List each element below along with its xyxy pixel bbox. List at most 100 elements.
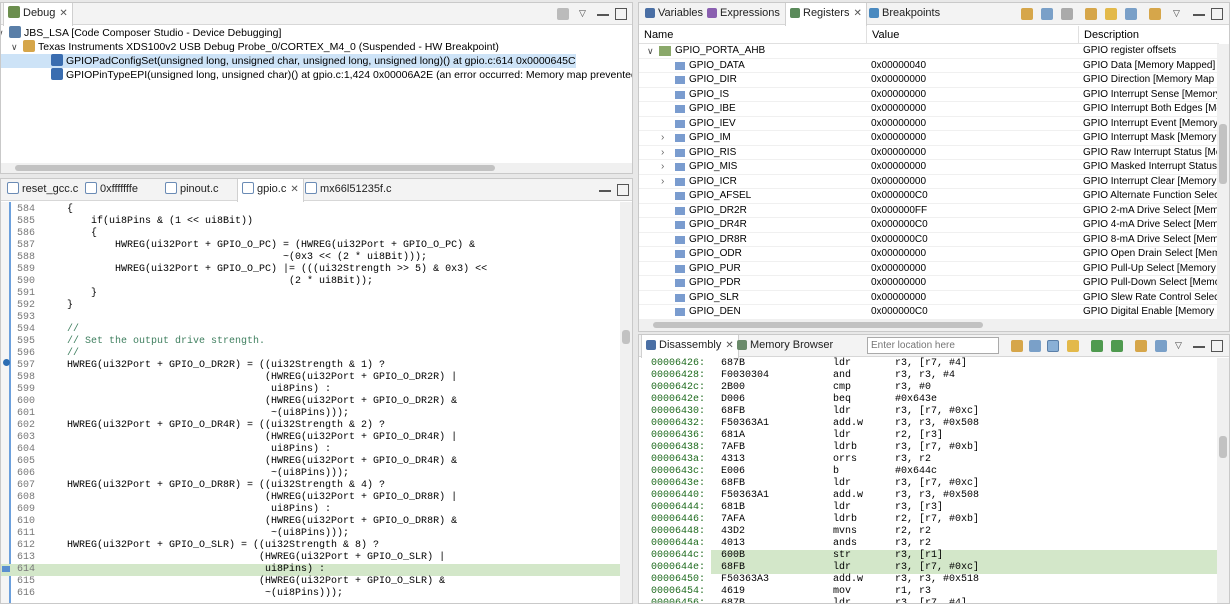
- disassembly-row[interactable]: 00006432: F50363A1 add.w r3, r3, #0x508: [639, 418, 1217, 430]
- register-value[interactable]: 0x00000000: [871, 262, 1077, 276]
- register-row[interactable]: › GPIO_ICR 0x00000000 GPIO Interrupt Clear …: [639, 175, 1217, 189]
- disassembly-row[interactable]: 00006446: 7AFA ldrb r2, [r7, #0xb]: [639, 514, 1217, 526]
- registers-view-tab[interactable]: Expressions: [703, 3, 784, 25]
- view-menu-icon[interactable]: ▽: [579, 8, 591, 20]
- maximize-icon[interactable]: [1211, 8, 1223, 20]
- disassembly-row[interactable]: 00006428: F0030304 and r3, r3, #4: [639, 370, 1217, 382]
- editor-vscroll[interactable]: [620, 202, 632, 603]
- col-header-name[interactable]: Name: [639, 26, 867, 44]
- register-group-row[interactable]: ∨ GPIO_PORTA_AHB GPIO register offsets: [639, 44, 1217, 59]
- registers-view-tab[interactable]: Breakpoints: [865, 3, 944, 25]
- disassembly-vscroll[interactable]: [1217, 358, 1229, 603]
- toolbar-icon[interactable]: [1085, 8, 1097, 20]
- debug-hscroll[interactable]: [1, 163, 632, 173]
- register-row[interactable]: GPIO_DR8R 0x000000C0 GPIO 8-mA Drive Selec…: [639, 233, 1219, 247]
- register-row[interactable]: GPIO_DATA 0x00000040 GPIO Data [Memory Map…: [639, 59, 1217, 73]
- register-value[interactable]: 0x00000000: [871, 73, 1077, 87]
- register-value[interactable]: 0x00000000: [871, 276, 1077, 290]
- col-header-description[interactable]: Description: [1079, 26, 1219, 44]
- disassembly-row[interactable]: 00006448: 43D2 mvns r2, r2: [639, 526, 1217, 538]
- register-value[interactable]: 0x00000000: [871, 175, 1077, 189]
- stack-frame[interactable]: GPIOPadConfigSet(unsigned long, unsigned…: [1, 54, 576, 68]
- register-row[interactable]: › GPIO_IM 0x00000000 GPIO Interrupt Mask [M…: [639, 131, 1217, 146]
- register-value[interactable]: 0x00000000: [871, 117, 1077, 131]
- code-area[interactable]: 584 {585 if(ui8Pins & (1 << ui8Bit)) 586 …: [1, 202, 620, 603]
- register-row[interactable]: GPIO_IBE 0x00000000 GPIO Interrupt Both Ed…: [639, 102, 1219, 117]
- register-row[interactable]: › GPIO_RIS 0x00000000 GPIO Raw Interrupt St…: [639, 146, 1219, 160]
- col-header-value[interactable]: Value: [867, 26, 1079, 44]
- chevron-right-icon[interactable]: ›: [661, 175, 664, 189]
- chevron-right-icon[interactable]: ›: [661, 146, 664, 160]
- register-row[interactable]: GPIO_DIR 0x00000000 GPIO Direction [Memory…: [639, 73, 1217, 88]
- disassembly-row[interactable]: 00006436: 681A ldr r2, [r3]: [639, 430, 1217, 442]
- register-value[interactable]: 0x00000000: [871, 247, 1077, 261]
- registers-vscroll[interactable]: [1217, 44, 1229, 319]
- debug-tree-node[interactable]: ∨ JBS_LSA [Code Composer Studio - Device …: [1, 26, 281, 40]
- view-menu-icon[interactable]: ▽: [1175, 340, 1187, 352]
- register-value[interactable]: 0x000000C0: [871, 233, 1077, 247]
- tab-debug[interactable]: Debug ✕: [3, 3, 73, 26]
- register-row[interactable]: GPIO_DR2R 0x000000FF GPIO 2-mA Drive Selec…: [639, 204, 1219, 218]
- editor-tab[interactable]: 0xfffffffe: [81, 179, 142, 201]
- chevron-down-icon[interactable]: ∨: [647, 44, 654, 58]
- location-input[interactable]: [867, 337, 999, 354]
- register-value[interactable]: 0x00000040: [871, 59, 1077, 73]
- disassembly-row[interactable]: 00006440: F50363A1 add.w r3, r3, #0x508: [639, 490, 1217, 502]
- editor-tab[interactable]: gpio.c ✕: [237, 179, 304, 202]
- register-value[interactable]: 0x00000000: [871, 131, 1077, 145]
- minimize-icon[interactable]: [1193, 8, 1205, 16]
- disassembly-row[interactable]: 0000644a: 4013 ands r3, r2: [639, 538, 1217, 550]
- register-row[interactable]: GPIO_AFSEL 0x000000C0 GPIO Alternate Funct…: [639, 189, 1219, 204]
- register-value[interactable]: 0x000000C0: [871, 305, 1077, 319]
- register-value[interactable]: 0x00000000: [871, 160, 1077, 174]
- registers-view-tab[interactable]: Registers ✕: [785, 3, 867, 26]
- disassembly-row[interactable]: 00006426: 687B ldr r3, [r7, #4]: [639, 358, 1217, 370]
- toolbar-icon[interactable]: [1149, 8, 1161, 20]
- chevron-down-icon[interactable]: ∨: [11, 40, 18, 54]
- editor-tab[interactable]: reset_gcc.c: [3, 179, 82, 201]
- close-icon[interactable]: ✕: [853, 8, 861, 19]
- debug-tree-node[interactable]: ∨ Texas Instruments XDS100v2 USB Debug Pr…: [1, 40, 499, 54]
- disassembly-row[interactable]: 00006450: F50363A3 add.w r3, r3, #0x518: [639, 574, 1217, 586]
- register-value[interactable]: 0x00000000: [871, 102, 1077, 116]
- toolbar-icon[interactable]: [1105, 8, 1117, 20]
- disassembly-row[interactable]: 0000644c: 600B str r3, [r1]: [639, 550, 1217, 562]
- chevron-right-icon[interactable]: ›: [661, 160, 664, 174]
- register-row[interactable]: GPIO_SLR 0x00000000 GPIO Slew Rate Control…: [639, 291, 1219, 305]
- chevron-down-icon[interactable]: ∨: [1, 26, 4, 40]
- register-row[interactable]: GPIO_ODR 0x00000000 GPIO Open Drain Select…: [639, 247, 1219, 262]
- register-value[interactable]: 0x00000000: [871, 146, 1077, 160]
- chevron-right-icon[interactable]: ›: [661, 131, 664, 145]
- disassembly-row[interactable]: 00006438: 7AFB ldrb r3, [r7, #0xb]: [639, 442, 1217, 454]
- register-row[interactable]: GPIO_PUR 0x00000000 GPIO Pull-Up Select [M…: [639, 262, 1217, 276]
- new-view-icon[interactable]: [1135, 340, 1147, 352]
- register-row[interactable]: GPIO_DEN 0x000000C0 GPIO Digital Enable [M…: [639, 305, 1219, 320]
- minimize-icon[interactable]: [597, 8, 609, 16]
- register-row[interactable]: GPIO_IEV 0x00000000 GPIO Interrupt Event […: [639, 117, 1218, 131]
- disassembly-row[interactable]: 00006444: 681B ldr r3, [r3]: [639, 502, 1217, 514]
- pin-icon[interactable]: [1155, 340, 1167, 352]
- link-icon[interactable]: [1047, 340, 1059, 352]
- source-icon[interactable]: [1067, 340, 1079, 352]
- registers-hscroll[interactable]: [639, 319, 1229, 331]
- disassembly-row[interactable]: 0000643e: 68FB ldr r3, [r7, #0xc]: [639, 478, 1217, 490]
- stack-frame[interactable]: GPIOPinTypeEPI(unsigned long, unsigned c…: [1, 68, 632, 82]
- disassembly-row[interactable]: 0000644e: 68FB ldr r3, [r7, #0xc]: [639, 562, 1217, 574]
- register-row[interactable]: GPIO_PDR 0x00000000 GPIO Pull-Down Select …: [639, 276, 1219, 291]
- maximize-icon[interactable]: [617, 184, 629, 196]
- disassembly-view-tab[interactable]: Disassembly ✕: [641, 335, 739, 358]
- register-value[interactable]: 0x000000C0: [871, 189, 1077, 203]
- toolbar-icon[interactable]: [1021, 8, 1033, 20]
- register-value[interactable]: 0x000000FF: [871, 204, 1077, 218]
- breakpoint-marker[interactable]: [3, 359, 10, 366]
- register-value[interactable]: 0x000000C0: [871, 218, 1077, 232]
- editor-tab[interactable]: pinout.c: [161, 179, 223, 201]
- toolbar-icon[interactable]: [1061, 8, 1073, 20]
- disassembly-view-tab[interactable]: Memory Browser: [733, 335, 837, 357]
- disassembly-row[interactable]: 0000643c: E006 b #0x644c: [639, 466, 1217, 478]
- registers-view-tab[interactable]: Variables: [641, 3, 707, 25]
- disassembly-row[interactable]: 00006454: 4619 mov r1, r3: [639, 586, 1217, 598]
- home-icon[interactable]: [1029, 340, 1041, 352]
- step-over-icon[interactable]: [1111, 340, 1123, 352]
- step-icon[interactable]: [1091, 340, 1103, 352]
